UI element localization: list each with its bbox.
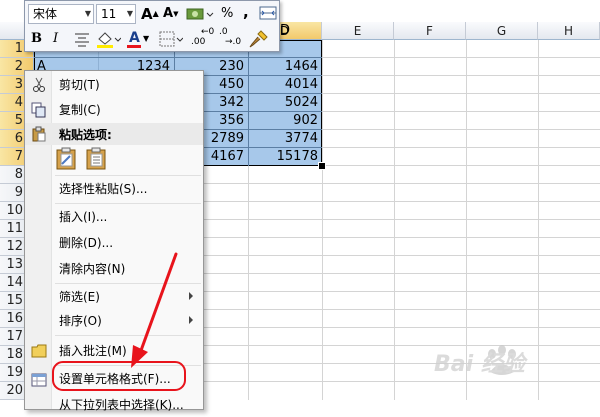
align-center-icon [75,33,89,47]
menu-item-clear-contents[interactable]: 清除内容(N) [25,257,203,281]
decrease-decimal-button[interactable]: .0 →.0 [219,27,245,47]
menu-separator [55,283,201,284]
fill-color-button[interactable] [95,29,122,49]
menu-item-filter[interactable]: 筛选(E) [25,285,203,309]
menu-item-label: 插入(I)... [59,210,108,224]
menu-item-insert[interactable]: 插入(I)... [25,205,203,229]
cell-d7[interactable]: 15178 [248,148,322,166]
increase-decimal-icon: ←0 [201,27,215,37]
scissors-icon [33,77,45,92]
menu-item-label: 清除内容(N) [59,262,126,276]
menu-item-delete[interactable]: 删除(D)... [25,231,203,255]
menu-item-pick-from-list[interactable]: 从下拉列表中选择(K)... [25,393,203,417]
column-header-h[interactable]: H [538,22,600,40]
format-painter-button[interactable] [247,29,271,49]
cell-d3[interactable]: 4014 [248,76,322,94]
gridline [394,40,395,400]
gridline [322,40,323,400]
menu-separator [55,203,201,204]
column-header-f[interactable]: F [394,22,466,40]
font-name-value: 宋体 [33,7,58,21]
menu-item-label: 插入批注(M) [59,344,127,358]
accounting-format-button[interactable] [185,4,215,24]
chevron-down-icon[interactable]: ▼ [85,7,91,21]
cell-d4[interactable]: 5024 [248,94,322,112]
decrease-decimal-icon: →.0 [225,37,242,47]
menu-item-label: 选择性粘贴(S)... [59,182,148,196]
cell-d6[interactable]: 3774 [248,130,322,148]
mini-toolbar: 宋体 ▼ 11 ▼ A▲ A▼ % , B I A ▼ ←0 .00 .0 →.… [24,0,280,52]
grow-font-icon: A [141,5,153,23]
menu-separator [55,175,201,176]
paste-options-label: 粘贴选项: [59,128,112,142]
watermark-text: Bai 经验 [434,352,525,377]
paste-values-icon [86,147,106,170]
cell-d2[interactable]: 1464 [248,58,322,76]
menu-item-label: 从下拉列表中选择(K)... [59,398,184,412]
context-menu: 剪切(T) 复制(C) 粘贴选项: 选择性粘贴(S)... 插入(I)... 删… [24,70,204,412]
grow-font-button[interactable]: A▲ [141,4,159,24]
paste-options-header: 粘贴选项: [25,123,203,145]
borders-button[interactable] [157,29,184,49]
shrink-font-icon: A [163,6,174,21]
menu-item-label: 删除(D)... [59,236,114,250]
menu-item-label: 筛选(E) [59,290,100,304]
comma-style-button[interactable]: , [243,2,249,22]
column-header-e[interactable]: E [322,22,394,40]
increase-decimal-button[interactable]: ←0 .00 [191,27,217,47]
horizontal-align-button[interactable] [71,29,93,49]
cell-d5[interactable]: 902 [248,112,322,130]
format-cells-icon [31,373,47,387]
menu-separator [55,335,201,336]
percent-style-button[interactable]: % [221,4,233,24]
menu-item-insert-comment[interactable]: 插入批注(M) [25,339,203,363]
borders-icon [159,31,184,47]
paste-values-button[interactable] [85,147,109,171]
menu-item-sort[interactable]: 排序(O) [25,309,203,333]
font-color-button[interactable]: A ▼ [125,28,153,48]
chevron-down-icon[interactable]: ▼ [127,7,133,21]
shrink-font-button[interactable]: A▼ [163,4,178,24]
increase-decimal-label: .00 [191,37,206,47]
menu-item-paste-special[interactable]: 选择性粘贴(S)... [25,177,203,201]
comment-icon [31,344,47,358]
clipboard-icon [32,126,46,142]
menu-item-format-cells[interactable]: 设置单元格格式(F)... [25,367,203,391]
paint-bucket-icon [97,32,122,48]
caret-up-icon: ▲ [152,9,159,18]
font-size-value: 11 [101,7,117,21]
menu-item-label: 排序(O) [59,314,102,328]
caret-down-icon: ▼ [173,10,179,18]
watermark: Bai 经验 [428,340,598,380]
font-color-swatch [127,45,141,48]
merge-cells-icon [259,6,277,20]
font-name-combo[interactable]: 宋体 ▼ [28,4,94,24]
menu-separator [55,365,201,366]
menu-item-cut[interactable]: 剪切(T) [25,73,203,97]
submenu-arrow-icon [189,316,193,324]
merge-center-button[interactable] [259,5,277,25]
paste-icon [56,147,76,170]
paste-option-button[interactable] [55,147,79,171]
font-size-combo[interactable]: 11 ▼ [96,4,136,24]
menu-item-label: 设置单元格格式(F)... [59,372,171,386]
italic-button[interactable]: I [53,29,58,49]
copy-icon [31,102,46,118]
submenu-arrow-icon [189,292,193,300]
currency-icon [186,8,214,20]
column-header-g[interactable]: G [466,22,538,40]
decrease-decimal-label: .0 [219,27,228,37]
menu-item-label: 剪切(T) [59,78,100,92]
chevron-down-icon: ▼ [143,34,150,43]
menu-item-copy[interactable]: 复制(C) [25,98,203,122]
bold-button[interactable]: B [31,29,42,49]
menu-item-label: 复制(C) [59,103,101,117]
paintbrush-icon [249,30,268,48]
